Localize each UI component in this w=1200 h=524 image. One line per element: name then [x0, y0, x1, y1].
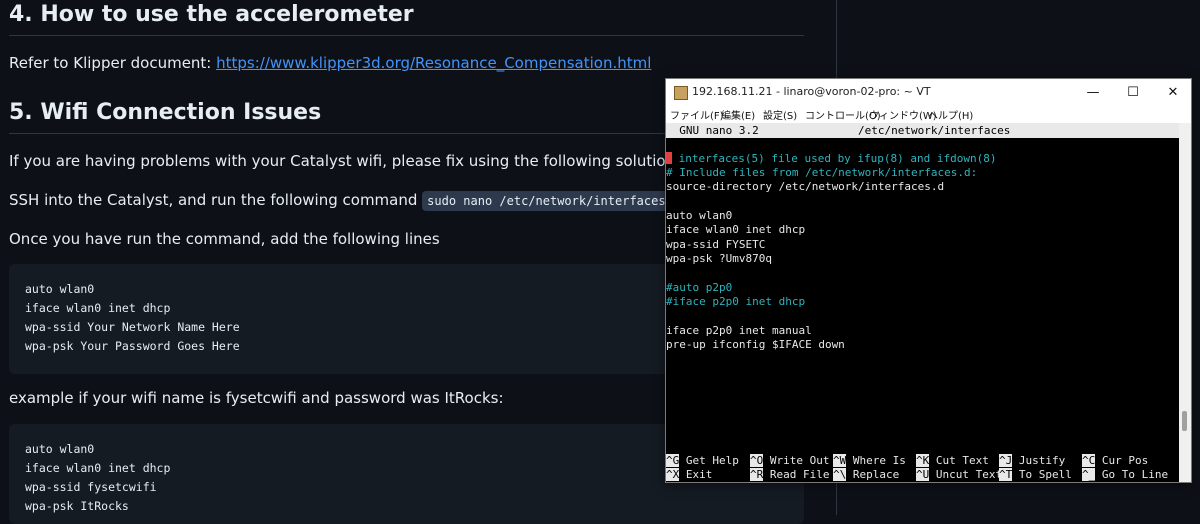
terminal-line: pre-up ifconfig $IFACE down	[666, 338, 845, 351]
window-titlebar[interactable]: 192.168.11.21 - linaro@voron-02-pro: ~ V…	[666, 79, 1191, 106]
code-line: iface wlan0 inet dhcp	[25, 301, 171, 315]
scrollbar-thumb[interactable]	[1182, 411, 1187, 431]
paragraph-add-lines: Once you have run the command, add the f…	[9, 230, 440, 248]
code-line: auto wlan0	[25, 282, 95, 296]
terminal-line: wpa-ssid FYSETC	[666, 238, 766, 251]
paragraph-ssh: SSH into the Catalyst, and run the follo…	[9, 191, 671, 211]
menu-help[interactable]: ヘルプ(H)	[928, 107, 973, 122]
nano-header: GNU nano 3.2/etc/network/interfaces	[666, 123, 1179, 138]
terminal-line: interfaces(5) file used by ifup(8) and i…	[666, 152, 997, 166]
terminal-line: # Include files from /etc/network/interf…	[666, 166, 978, 179]
shortcut-read-file[interactable]: ^R Read File	[750, 468, 829, 482]
terminal-screen[interactable]: GNU nano 3.2/etc/network/interfaces inte…	[666, 123, 1179, 482]
shortcut-to-spell[interactable]: ^T To Spell	[999, 468, 1072, 482]
section-4-text: Refer to Klipper document:	[9, 54, 217, 72]
menu-file[interactable]: ファイル(F)	[670, 107, 724, 122]
nano-version: GNU nano 3.2	[666, 124, 759, 137]
section-4-heading: 4. How to use the accelerometer	[9, 2, 414, 27]
shortcut-cut-text[interactable]: ^K Cut Text	[916, 454, 989, 468]
paragraph-wifi-problem: If you are having problems with your Cat…	[9, 152, 680, 170]
paragraph-example: example if your wifi name is fysetcwifi …	[9, 389, 504, 407]
terminal-line: #auto p2p0	[666, 281, 733, 294]
shortcut-uncut-text[interactable]: ^U Uncut Text	[916, 468, 1002, 482]
shortcut-go-to-line[interactable]: ^_ Go To Line	[1082, 468, 1168, 482]
maximize-button[interactable]: ☐	[1113, 79, 1153, 106]
terminal-window[interactable]: 192.168.11.21 - linaro@voron-02-pro: ~ V…	[665, 78, 1192, 483]
nano-filename: /etc/network/interfaces	[858, 124, 1011, 137]
teraterm-app-icon	[674, 86, 688, 100]
shortcut-write-out[interactable]: ^O Write Out	[750, 454, 829, 468]
shortcut-replace[interactable]: ^\ Replace	[833, 468, 899, 482]
klipper-doc-link[interactable]: https://www.klipper3d.org/Resonance_Comp…	[216, 54, 651, 72]
shortcut-get-help[interactable]: ^G Get Help	[666, 454, 739, 468]
code-line: wpa-psk ItRocks	[25, 499, 129, 513]
code-line: wpa-psk Your Password Goes Here	[25, 339, 240, 353]
shortcut-exit[interactable]: ^X Exit	[666, 468, 712, 482]
menu-bar: ファイル(F) 編集(E) 設定(S) コントロール(O) ウィンドウ(W) ヘ…	[666, 106, 1191, 123]
shortcut-justify[interactable]: ^J Justify	[999, 454, 1065, 468]
terminal-line: wpa-psk ?Umv870q	[666, 252, 772, 265]
inline-command: sudo nano /etc/network/interfaces	[422, 191, 671, 211]
menu-window[interactable]: ウィンドウ(W)	[869, 107, 937, 122]
code-line: wpa-ssid Your Network Name Here	[25, 320, 240, 334]
shortcut-where-is[interactable]: ^W Where Is	[833, 454, 906, 468]
terminal-scrollbar[interactable]	[1179, 123, 1191, 482]
window-title: 192.168.11.21 - linaro@voron-02-pro: ~ V…	[692, 85, 931, 98]
code-line: auto wlan0	[25, 442, 95, 456]
heading-divider	[9, 35, 804, 36]
minimize-button[interactable]: —	[1073, 79, 1113, 106]
terminal-line: iface p2p0 inet manual	[666, 324, 812, 337]
shortcut-cur-pos[interactable]: ^C Cur Pos	[1082, 454, 1148, 468]
code-line: iface wlan0 inet dhcp	[25, 461, 171, 475]
section-5-heading: 5. Wifi Connection Issues	[9, 100, 322, 125]
menu-edit[interactable]: 編集(E)	[721, 107, 755, 122]
terminal-line: iface wlan0 inet dhcp	[666, 223, 806, 236]
section-4-paragraph: Refer to Klipper document: https://www.k…	[9, 54, 651, 72]
terminal-line: source-directory /etc/network/interfaces…	[666, 180, 945, 193]
menu-settings[interactable]: 設定(S)	[763, 107, 797, 122]
ssh-text: SSH into the Catalyst, and run the follo…	[9, 191, 423, 209]
close-button[interactable]: ✕	[1153, 79, 1193, 106]
terminal-line: auto wlan0	[666, 209, 733, 222]
terminal-line: #iface p2p0 inet dhcp	[666, 295, 806, 308]
code-line: wpa-ssid fysetcwifi	[25, 480, 157, 494]
